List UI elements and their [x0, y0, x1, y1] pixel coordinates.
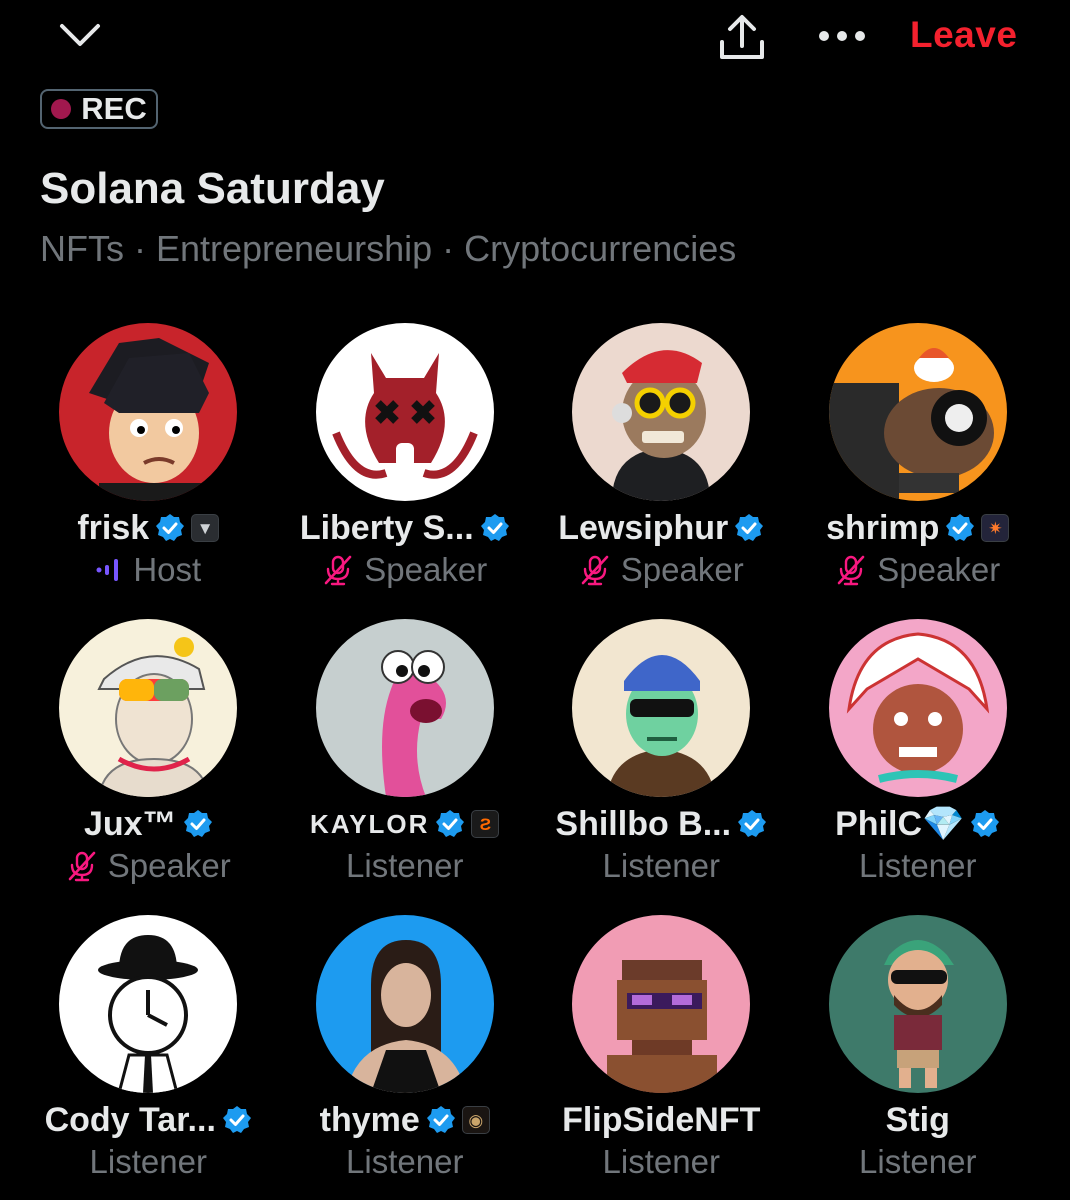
participant-name[interactable]: thyme — [320, 1101, 420, 1140]
participant-name[interactable]: shrimp — [826, 509, 939, 548]
mic-off-icon — [581, 555, 609, 586]
participant-card[interactable]: Stig Listener — [790, 915, 1047, 1183]
participant-card[interactable]: Lewsiphur Speaker — [533, 323, 790, 591]
record-dot-icon — [51, 99, 72, 119]
avatar[interactable] — [828, 619, 1007, 797]
participant-role: Speaker — [620, 551, 744, 588]
verified-badge-icon — [735, 514, 764, 541]
participant-role: Listener — [859, 847, 977, 884]
participant-name[interactable]: KAYLOR — [310, 809, 429, 840]
participant-card[interactable]: Jux™ Speaker — [20, 619, 277, 887]
participant-role: Listener — [859, 1143, 977, 1180]
verified-badge-icon — [222, 1106, 251, 1133]
mic-off-icon — [68, 851, 96, 882]
participant-name[interactable]: Stig — [886, 1101, 950, 1140]
mic-off-icon — [324, 555, 352, 586]
avatar[interactable] — [315, 915, 494, 1093]
mic-off-icon — [837, 555, 865, 586]
avatar[interactable] — [572, 915, 751, 1093]
space-title: Solana Saturday — [40, 164, 385, 213]
star-badge-icon: ✷ — [981, 514, 1010, 542]
participant-role: Listener — [346, 1143, 464, 1180]
verified-badge-icon — [946, 514, 975, 541]
participant-card[interactable]: shrimp ✷ Speaker — [790, 323, 1047, 591]
participant-card[interactable]: PhilC💎 Listener — [790, 619, 1047, 887]
participant-name[interactable]: Cody Tar... — [45, 1101, 216, 1140]
participant-name[interactable]: FlipSideNFT — [562, 1101, 760, 1140]
participant-role: Listener — [602, 1143, 720, 1180]
participant-role: Speaker — [877, 551, 1001, 588]
verified-badge-icon — [183, 810, 212, 837]
recording-badge: REC — [40, 89, 158, 129]
wolf-badge-icon: ▼ — [191, 514, 220, 542]
participant-name[interactable]: Shillbo B... — [555, 805, 731, 844]
participant-name[interactable]: PhilC💎 — [835, 804, 964, 844]
more-horizontal-icon[interactable] — [814, 22, 870, 50]
orange-s-badge-icon: Ƨ — [471, 810, 500, 838]
chevron-down-icon[interactable] — [58, 20, 102, 50]
verified-badge-icon — [436, 810, 465, 837]
participant-card[interactable]: Liberty S... Speaker — [277, 323, 534, 591]
leave-button[interactable]: Leave — [910, 14, 1017, 56]
speaking-bars-icon — [96, 559, 119, 581]
participant-role: Listener — [346, 847, 464, 884]
participant-name[interactable]: Jux™ — [84, 805, 177, 844]
participant-role: Speaker — [107, 847, 231, 884]
verified-badge-icon — [480, 514, 509, 541]
participant-name[interactable]: frisk — [77, 509, 149, 548]
participants-grid: frisk ▼ Host Liberty S... Speaker Lewsip… — [20, 323, 1060, 1183]
participant-role: Listener — [89, 1143, 207, 1180]
participant-card[interactable]: thyme ◉ Listener — [277, 915, 534, 1183]
participant-card[interactable]: Cody Tar... Listener — [20, 915, 277, 1183]
participant-name[interactable]: Lewsiphur — [558, 509, 728, 548]
avatar[interactable] — [59, 323, 238, 501]
participant-card[interactable]: frisk ▼ Host — [20, 323, 277, 591]
space-topics: NFTs · Entrepreneurship · Cryptocurrenci… — [40, 228, 737, 269]
top-bar: Leave — [0, 0, 1070, 80]
verified-badge-icon — [738, 810, 767, 837]
participant-role: Host — [133, 551, 202, 588]
rec-label: REC — [81, 91, 147, 126]
participant-card[interactable]: FlipSideNFT Listener — [533, 915, 790, 1183]
avatar[interactable] — [572, 323, 751, 501]
verified-badge-icon — [971, 810, 1000, 837]
participant-card[interactable]: KAYLOR Ƨ Listener — [277, 619, 534, 887]
avatar[interactable] — [828, 915, 1007, 1093]
participant-role: Speaker — [364, 551, 488, 588]
participant-card[interactable]: Shillbo B... Listener — [533, 619, 790, 887]
avatar[interactable] — [828, 323, 1007, 501]
participant-name[interactable]: Liberty S... — [300, 509, 474, 548]
avatar[interactable] — [59, 619, 238, 797]
participant-role: Listener — [602, 847, 720, 884]
share-icon[interactable] — [716, 12, 768, 62]
avatar[interactable] — [315, 619, 494, 797]
verified-badge-icon — [156, 514, 185, 541]
avatar[interactable] — [315, 323, 494, 501]
coin-badge-icon: ◉ — [461, 1106, 490, 1134]
avatar[interactable] — [572, 619, 751, 797]
verified-badge-icon — [426, 1106, 455, 1133]
avatar[interactable] — [59, 915, 238, 1093]
